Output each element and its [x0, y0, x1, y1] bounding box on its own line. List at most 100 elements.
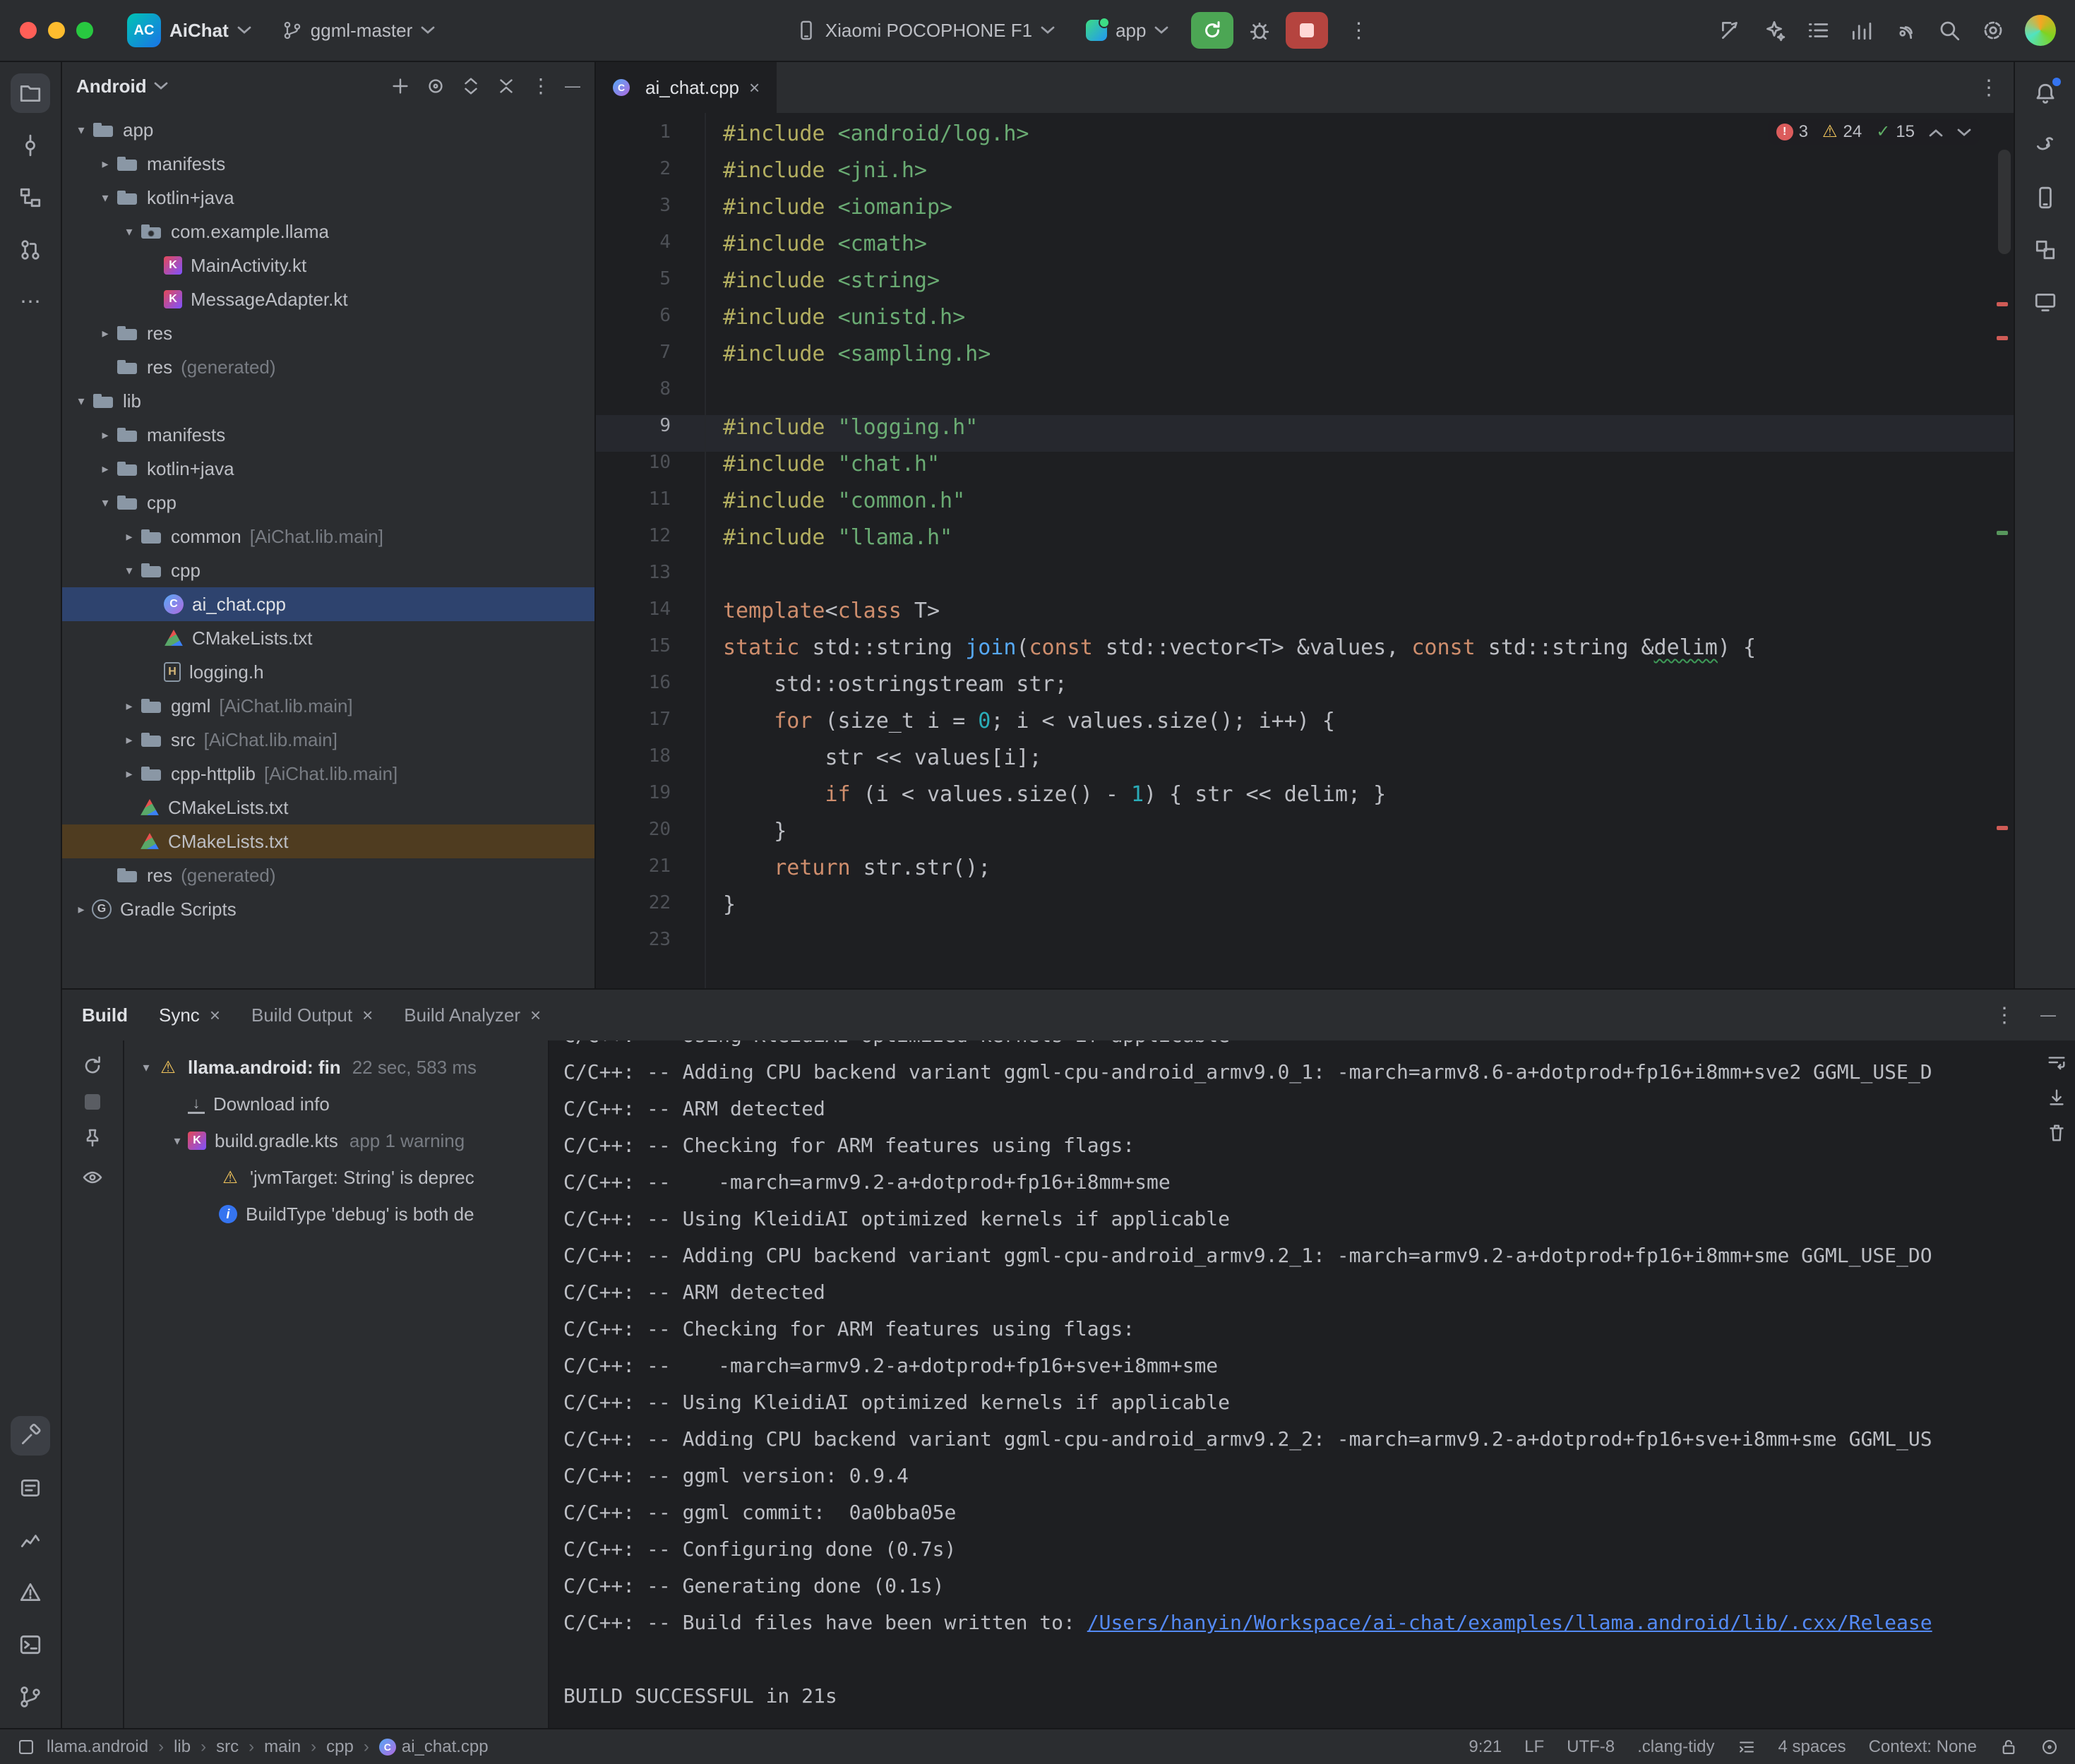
breadcrumb-item[interactable]: llama.android: [47, 1737, 148, 1757]
search-icon[interactable]: [1937, 18, 1961, 42]
tree-chevron-icon[interactable]: ▾: [167, 1134, 188, 1148]
rerun-sync-icon[interactable]: [81, 1055, 104, 1077]
clear-console-icon[interactable]: [2046, 1122, 2067, 1144]
problems-icon[interactable]: [11, 1573, 50, 1612]
error-stripe-mark[interactable]: [1997, 302, 2008, 306]
tree-item[interactable]: ▾app: [62, 113, 594, 147]
editor-code[interactable]: #include <android/log.h>#include <jni.h>…: [706, 113, 2014, 988]
line-number[interactable]: 6: [596, 305, 705, 342]
code-line[interactable]: template<class T>: [706, 599, 2014, 635]
line-number[interactable]: 15: [596, 635, 705, 672]
breadcrumb-item[interactable]: main: [264, 1737, 301, 1757]
stop-button[interactable]: [1286, 12, 1328, 49]
editor-tab[interactable]: C ai_chat.cpp ×: [596, 62, 777, 113]
minimize-window-button[interactable]: [48, 22, 65, 39]
code-line[interactable]: static std::string join(const std::vecto…: [706, 635, 2014, 672]
soft-wrap-icon[interactable]: [2046, 1052, 2067, 1073]
device-mirror-icon[interactable]: [1894, 18, 1918, 42]
context-widget[interactable]: Context: None: [1869, 1737, 1977, 1757]
tree-chevron-icon[interactable]: ▾: [71, 123, 92, 138]
line-number[interactable]: 17: [596, 709, 705, 745]
build-console[interactable]: C/C++: -- Using KleidiAI optimized kerne…: [548, 1040, 2075, 1728]
stop-sync-icon[interactable]: [85, 1094, 100, 1110]
passed-badge[interactable]: ✓15: [1876, 121, 1915, 142]
build-tree-item[interactable]: ↓Download info: [124, 1086, 548, 1122]
editor-options-icon[interactable]: ⋮: [1973, 76, 2014, 100]
version-control-icon[interactable]: [11, 1677, 50, 1717]
tree-item[interactable]: res(generated): [62, 858, 594, 892]
more-run-options-icon[interactable]: ⋮: [1342, 18, 1375, 43]
code-line[interactable]: #include "llama.h": [706, 525, 2014, 562]
line-number[interactable]: 3: [596, 195, 705, 232]
tree-item[interactable]: CMakeLists.txt: [62, 824, 594, 858]
tree-item[interactable]: ▸res: [62, 316, 594, 350]
tree-chevron-icon[interactable]: ▾: [119, 563, 140, 578]
build-output-link[interactable]: /Users/hanyin/Workspace/ai-chat/examples…: [1087, 1611, 1932, 1634]
code-line[interactable]: return str.str();: [706, 856, 2014, 892]
tree-item[interactable]: ▾com.example.llama: [62, 215, 594, 248]
code-line[interactable]: #include <unistd.h>: [706, 305, 2014, 342]
build-tab-build-output[interactable]: Build Output×: [251, 1004, 373, 1026]
code-line[interactable]: if (i < values.size() - 1) { str << deli…: [706, 782, 2014, 819]
task-list-icon[interactable]: [1806, 18, 1830, 42]
line-number[interactable]: 7: [596, 342, 705, 378]
line-number[interactable]: 8: [596, 378, 705, 415]
line-number[interactable]: 14: [596, 599, 705, 635]
indent-size[interactable]: 4 spaces: [1778, 1737, 1846, 1757]
tree-chevron-icon[interactable]: ▾: [95, 191, 116, 205]
running-devices-icon[interactable]: [2026, 282, 2065, 322]
tree-item[interactable]: ▾cpp: [62, 553, 594, 587]
device-selector[interactable]: Xiaomi POCOPHONE F1: [787, 14, 1063, 47]
run-config-selector[interactable]: app: [1077, 14, 1177, 47]
errors-badge[interactable]: !3: [1776, 122, 1808, 142]
commit-icon[interactable]: [11, 126, 50, 165]
window-icon[interactable]: [17, 1738, 35, 1756]
tree-item[interactable]: Hlogging.h: [62, 655, 594, 689]
code-line[interactable]: str << values[i];: [706, 745, 2014, 782]
tree-item[interactable]: ▾lib: [62, 384, 594, 418]
rerun-button[interactable]: [1191, 12, 1233, 49]
breadcrumb-item[interactable]: src: [216, 1737, 239, 1757]
line-number[interactable]: 12: [596, 525, 705, 562]
tree-chevron-icon[interactable]: ▸: [95, 326, 116, 341]
code-line[interactable]: for (size_t i = 0; i < values.size(); i+…: [706, 709, 2014, 745]
build-options-icon[interactable]: ⋮: [1988, 1003, 2021, 1028]
tree-item[interactable]: ▾cpp: [62, 486, 594, 520]
next-issue-icon[interactable]: [1957, 122, 1971, 142]
code-line[interactable]: std::ostringstream str;: [706, 672, 2014, 709]
breadcrumb-item[interactable]: cpp: [326, 1737, 354, 1757]
project-view-selector[interactable]: Android: [76, 76, 147, 97]
code-line[interactable]: #include <sampling.h>: [706, 342, 2014, 378]
line-number[interactable]: 13: [596, 562, 705, 599]
tree-chevron-icon[interactable]: ▸: [95, 428, 116, 443]
error-stripe-mark[interactable]: [1997, 336, 2008, 340]
hide-build-panel-icon[interactable]: —: [2040, 1007, 2056, 1023]
line-number[interactable]: 20: [596, 819, 705, 856]
logcat-icon[interactable]: [11, 1468, 50, 1508]
lock-icon[interactable]: [1999, 1738, 2018, 1756]
tree-chevron-icon[interactable]: ▸: [119, 699, 140, 714]
close-tab-icon[interactable]: ×: [749, 77, 760, 99]
line-number[interactable]: 18: [596, 745, 705, 782]
breadcrumb-item[interactable]: ai_chat.cpp: [402, 1737, 489, 1757]
line-number[interactable]: 22: [596, 892, 705, 929]
tree-item[interactable]: ▸manifests: [62, 418, 594, 452]
tree-item[interactable]: ▸ggml[AiChat.lib.main]: [62, 689, 594, 723]
change-stripe-mark[interactable]: [1997, 531, 2008, 535]
pull-requests-icon[interactable]: [11, 230, 50, 270]
breadcrumb-item[interactable]: lib: [174, 1737, 191, 1757]
line-number[interactable]: 10: [596, 452, 705, 488]
line-number[interactable]: 11: [596, 488, 705, 525]
build-icon[interactable]: [11, 1416, 50, 1456]
build-tab-sync[interactable]: Sync×: [159, 1004, 220, 1026]
tree-chevron-icon[interactable]: ▸: [119, 767, 140, 781]
build-insights-icon[interactable]: [1850, 18, 1874, 42]
tree-item[interactable]: ▸manifests: [62, 147, 594, 181]
line-number[interactable]: 19: [596, 782, 705, 819]
close-window-button[interactable]: [20, 22, 37, 39]
ai-assistant-icon[interactable]: [1718, 18, 1742, 42]
tree-item[interactable]: ▾kotlin+java: [62, 181, 594, 215]
error-stripe-mark[interactable]: [1997, 826, 2008, 830]
editor-scrollbar[interactable]: [1998, 150, 2011, 254]
tree-item[interactable]: ▸GGradle Scripts: [62, 892, 594, 926]
